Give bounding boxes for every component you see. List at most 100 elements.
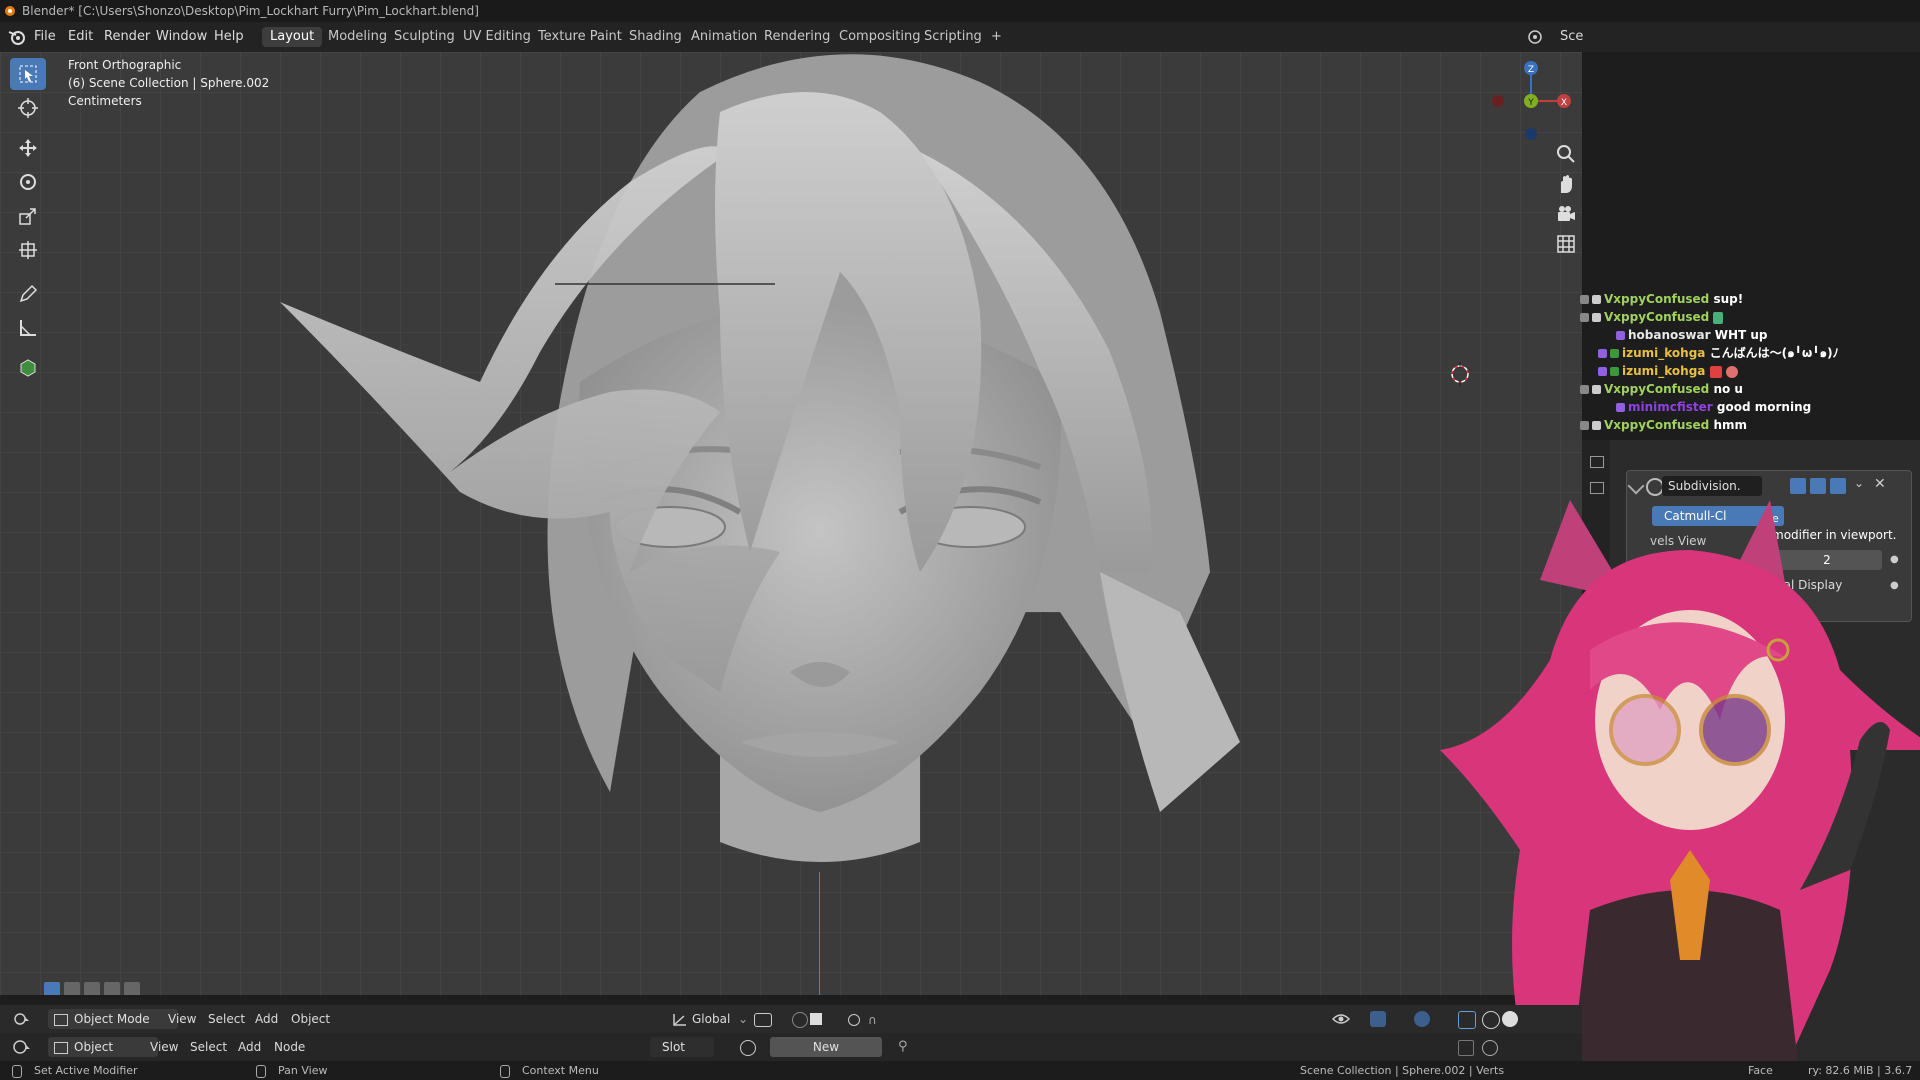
- tool-move[interactable]: [10, 132, 46, 164]
- overlay-toggle-icon[interactable]: [1414, 1011, 1430, 1027]
- snap-target-icon[interactable]: [810, 1013, 822, 1025]
- add-workspace-button[interactable]: +: [983, 27, 1010, 47]
- select-extend-icon[interactable]: [64, 982, 80, 995]
- pin-icon[interactable]: ⚲: [898, 1039, 908, 1054]
- transform-icon: [19, 241, 37, 259]
- menu-window[interactable]: Window: [156, 22, 207, 52]
- camera-icon: [1558, 206, 1575, 221]
- tab-texture-paint[interactable]: Texture Paint: [530, 27, 630, 47]
- menu-help[interactable]: Help: [214, 22, 244, 52]
- select-new-icon[interactable]: [44, 982, 60, 995]
- tab-animation[interactable]: Animation: [683, 27, 765, 47]
- tool-rotate[interactable]: [10, 166, 46, 198]
- parent-node-tree-icon[interactable]: [1458, 1040, 1474, 1056]
- menu-view[interactable]: View: [168, 1005, 196, 1033]
- tool-measure[interactable]: [10, 312, 46, 344]
- chat-user: minimcfister: [1628, 400, 1713, 414]
- tab-scripting[interactable]: Scripting: [916, 27, 990, 47]
- mouse-middle-icon: [256, 1065, 266, 1078]
- solid-shading-icon[interactable]: [1502, 1011, 1518, 1027]
- select-intersect-icon[interactable]: [124, 982, 140, 995]
- 3d-viewport[interactable]: Front Orthographic (6) Scene Collection …: [0, 52, 1582, 995]
- menu-edit[interactable]: Edit: [68, 22, 93, 52]
- 3d-viewport-header: Object Mode View Select Add Object Globa…: [0, 1005, 1582, 1033]
- camera-view-button[interactable]: [1552, 200, 1580, 228]
- node-menu-select[interactable]: Select: [190, 1033, 227, 1061]
- user-badge-icon: [1610, 349, 1619, 358]
- zoom-button[interactable]: [1552, 140, 1580, 168]
- status-middle-hint: Pan View: [278, 1064, 328, 1077]
- face-statistics: Face: [1748, 1064, 1773, 1077]
- proportional-edit-icon[interactable]: [848, 1014, 860, 1026]
- transform-orientation-dropdown[interactable]: Global: [692, 1005, 730, 1033]
- xray-toggle-icon[interactable]: [1458, 1011, 1476, 1029]
- dropdown-chevron-icon[interactable]: ⌄: [738, 1005, 748, 1033]
- render-tab-icon[interactable]: [1590, 456, 1604, 468]
- emote-icon: [1725, 365, 1738, 378]
- tool-add-cube[interactable]: [10, 352, 46, 384]
- tool-annotate[interactable]: [10, 278, 46, 310]
- tool-transform[interactable]: [10, 234, 46, 266]
- wireframe-shading-icon[interactable]: [1482, 1011, 1500, 1029]
- chat-text: hmm: [1713, 418, 1748, 432]
- chat-text: sup!: [1713, 292, 1744, 306]
- tab-uv-editing[interactable]: UV Editing: [455, 27, 539, 47]
- navigation-gizmo[interactable]: Z Y X: [1488, 58, 1574, 144]
- chat-user: izumi_kohga: [1622, 346, 1706, 360]
- material-browse-icon[interactable]: [740, 1040, 756, 1056]
- node-menu-add[interactable]: Add: [238, 1033, 261, 1061]
- pivot-point-icon[interactable]: [754, 1013, 772, 1027]
- tab-sculpting[interactable]: Sculpting: [386, 27, 463, 47]
- chat-message: VxppyConfused sup!: [1580, 290, 1743, 308]
- tab-modeling[interactable]: Modeling: [320, 27, 395, 47]
- node-menu-node[interactable]: Node: [274, 1033, 305, 1061]
- scene-icon[interactable]: [1526, 28, 1544, 46]
- user-badge-icon: [1592, 421, 1601, 430]
- tab-compositing[interactable]: Compositing: [831, 27, 929, 47]
- tool-select-box[interactable]: [10, 58, 46, 90]
- cube-icon: [20, 359, 36, 377]
- modifier-menu-chevron-icon[interactable]: ⌄: [1854, 476, 1864, 490]
- chat-message: VxppyConfused no u: [1580, 380, 1743, 398]
- scene-selector[interactable]: Sce: [1560, 22, 1583, 52]
- user-badge-icon: [1592, 295, 1601, 304]
- user-badge-icon: [1580, 295, 1589, 304]
- new-material-button[interactable]: New: [770, 1037, 882, 1057]
- snapping-icon[interactable]: [1482, 1040, 1498, 1056]
- material-slot-dropdown[interactable]: Slot: [650, 1037, 714, 1057]
- user-badge-icon: [1616, 403, 1625, 412]
- visibility-eye-icon[interactable]: [1332, 1011, 1350, 1027]
- tab-layout[interactable]: Layout: [262, 27, 323, 47]
- chat-message: VxppyConfused hmm: [1580, 416, 1747, 434]
- node-menu-view[interactable]: View: [150, 1033, 178, 1061]
- falloff-curve-icon[interactable]: ∩: [868, 1013, 877, 1027]
- select-subtract-icon[interactable]: [84, 982, 100, 995]
- tool-scale[interactable]: [10, 200, 46, 232]
- snap-toggle-icon[interactable]: [792, 1012, 808, 1028]
- z-axis-line: [819, 872, 820, 995]
- tab-rendering[interactable]: Rendering: [756, 27, 838, 47]
- vtuber-avatar: [1440, 500, 1920, 1080]
- status-right-hint: Context Menu: [522, 1064, 599, 1077]
- editor-type-icon[interactable]: [12, 1011, 32, 1027]
- pencil-icon: [19, 284, 38, 303]
- select-invert-icon[interactable]: [104, 982, 120, 995]
- tool-cursor[interactable]: [10, 92, 46, 124]
- tab-shading[interactable]: Shading: [621, 27, 690, 47]
- shader-editor-type-icon[interactable]: [12, 1039, 32, 1055]
- svg-text:Y: Y: [1527, 98, 1534, 108]
- pan-button[interactable]: [1552, 170, 1580, 198]
- gizmo-toggle-icon[interactable]: [1370, 1011, 1386, 1027]
- select-mode-icons[interactable]: [44, 982, 140, 995]
- 3d-cursor-icon[interactable]: [1448, 362, 1472, 386]
- blender-menu-icon[interactable]: [8, 29, 26, 45]
- head-model[interactable]: [280, 52, 1280, 902]
- ortho-toggle-button[interactable]: [1552, 230, 1580, 258]
- menu-select[interactable]: Select: [208, 1005, 245, 1033]
- menu-render[interactable]: Render: [104, 22, 150, 52]
- collection-info: (6) Scene Collection | Sphere.002: [68, 76, 270, 90]
- menu-add[interactable]: Add: [255, 1005, 278, 1033]
- menu-file[interactable]: File: [34, 22, 56, 52]
- menu-object[interactable]: Object: [291, 1005, 330, 1033]
- status-left-hint: Set Active Modifier: [34, 1064, 138, 1077]
